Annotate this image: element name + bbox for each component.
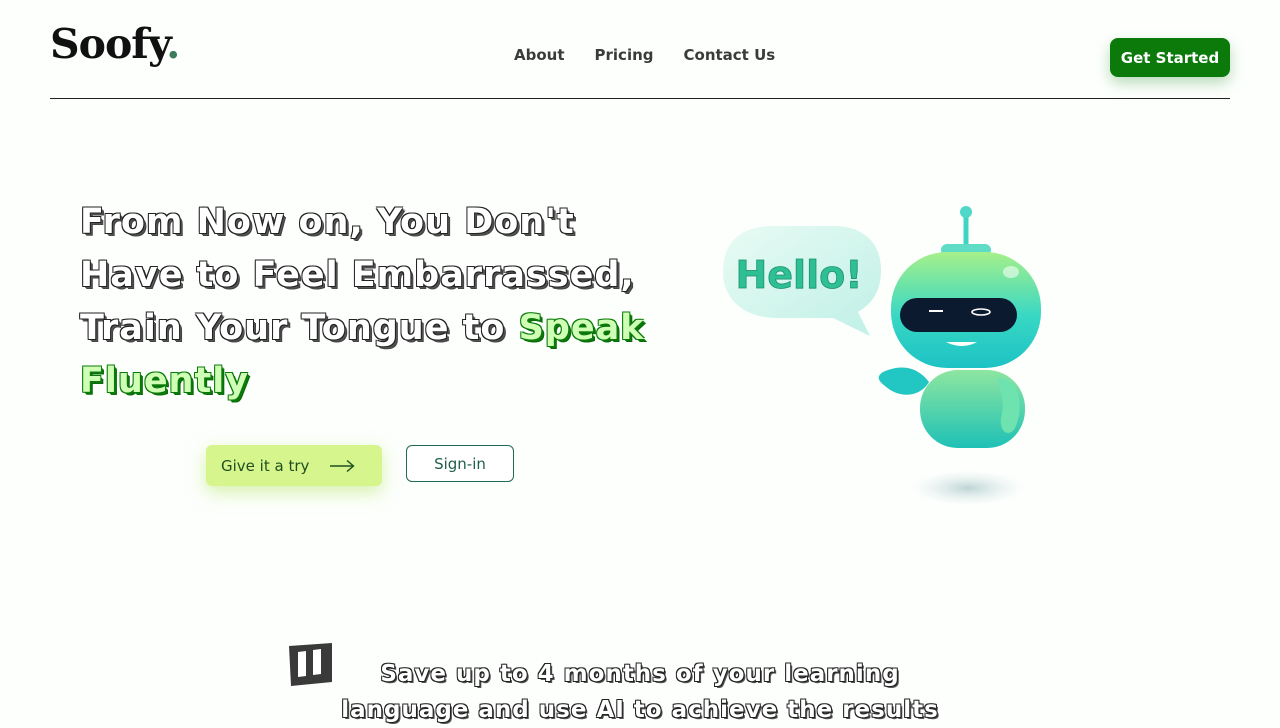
headline-line-3: Train Your Tongue to	[80, 308, 519, 348]
testimonial-line-2: language and use AI to achieve the resul…	[341, 697, 939, 723]
give-it-a-try-label: Give it a try	[221, 456, 310, 475]
robot-arm	[878, 367, 929, 395]
arrow-right-icon	[330, 459, 355, 472]
sign-in-button[interactable]: Sign-in	[406, 445, 514, 482]
testimonial-line-1: Save up to 4 months of your learning	[380, 661, 900, 687]
nav-link-about[interactable]: About	[514, 46, 565, 64]
headline-highlight-speak: Speak	[518, 308, 645, 348]
top-nav: Soofy. About Pricing Contact Us Get Star…	[50, 0, 1230, 99]
brand-dot: .	[166, 20, 180, 68]
headline-line-1: From Now on, You Don't	[80, 202, 575, 242]
hero-headline: From Now on, You Don't Have to Feel Emba…	[80, 196, 680, 408]
bubble-text: Hello!	[735, 253, 862, 297]
headline-highlight-fluently: Fluently	[80, 361, 250, 401]
nav-link-pricing[interactable]: Pricing	[595, 46, 654, 64]
nav-links: About Pricing Contact Us	[514, 46, 775, 64]
get-started-button[interactable]: Get Started	[1110, 38, 1230, 77]
speech-bubble: Hello!	[723, 226, 881, 336]
nav-link-contact[interactable]: Contact Us	[684, 46, 776, 64]
robot-visor	[900, 298, 1017, 332]
testimonial-text: Save up to 4 months of your learning lan…	[320, 656, 960, 728]
robot-shadow	[910, 470, 1026, 506]
brand-logo[interactable]: Soofy.	[50, 20, 180, 68]
headline-line-2: Have to Feel Embarrassed,	[80, 255, 635, 295]
robot-illustration: Hello!	[723, 206, 1041, 506]
give-it-a-try-button[interactable]: Give it a try	[206, 445, 382, 486]
brand-name: Soofy	[50, 20, 167, 68]
